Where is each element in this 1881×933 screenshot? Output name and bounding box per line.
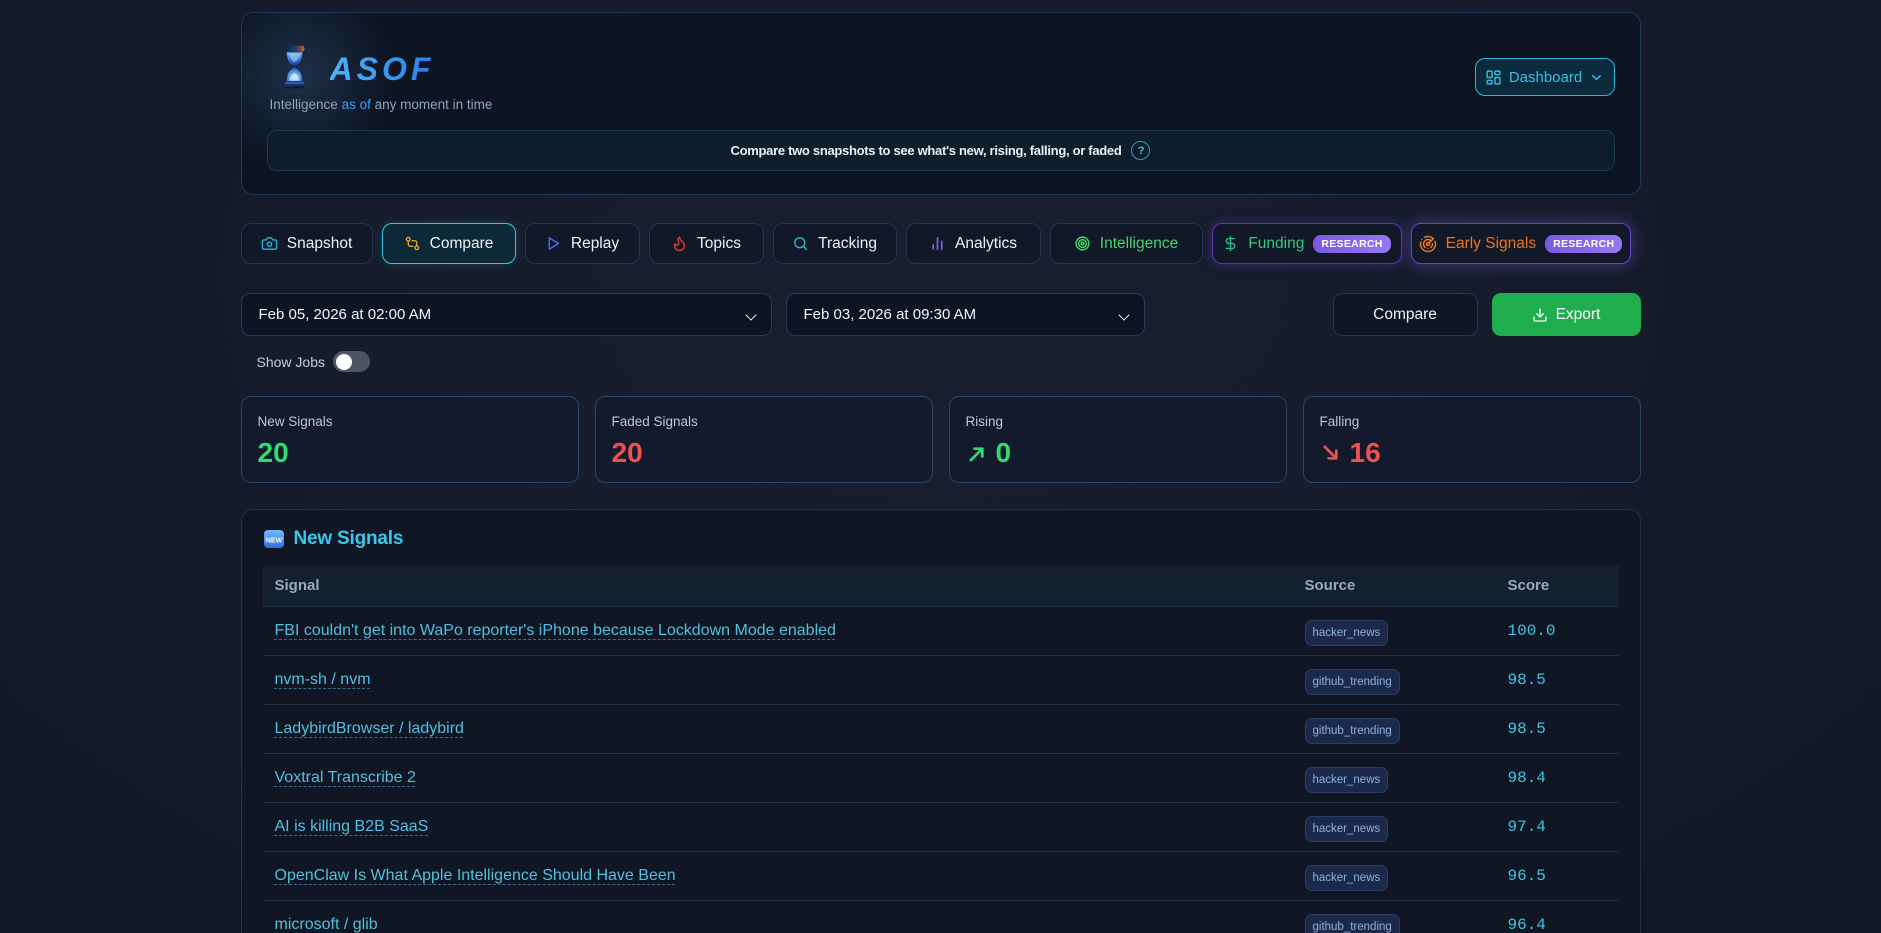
svg-text:NEW: NEW <box>265 538 282 545</box>
